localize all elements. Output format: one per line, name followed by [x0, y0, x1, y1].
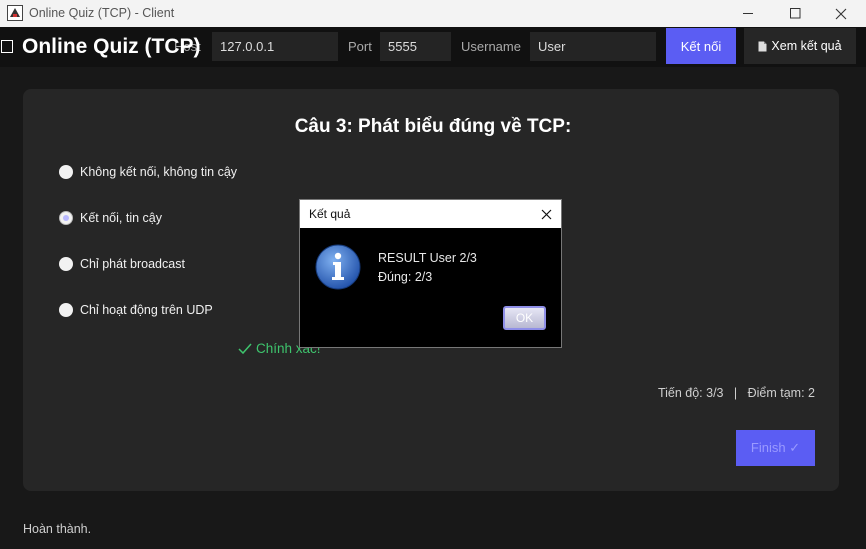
- score-label: Điểm tạm: 2: [747, 386, 815, 400]
- dialog-close-button[interactable]: [536, 204, 556, 224]
- answer-option[interactable]: Kết nối, tin cậy: [59, 211, 162, 225]
- answer-option-label: Kết nối, tin cậy: [80, 211, 162, 225]
- finish-button[interactable]: Finish ✓: [736, 430, 815, 466]
- progress-label: Tiến độ: 3/3: [657, 386, 724, 400]
- close-icon: [541, 209, 551, 219]
- view-results-label: Xem kết quả: [771, 39, 842, 53]
- maximize-button[interactable]: [772, 0, 818, 27]
- answer-option[interactable]: Chỉ hoạt động trên UDP: [59, 303, 213, 317]
- radio-button[interactable]: [59, 257, 73, 271]
- port-input[interactable]: [380, 32, 451, 61]
- window-title: Online Quiz (TCP) - Client: [29, 6, 175, 20]
- port-label: Port: [348, 39, 372, 54]
- username-label: Username: [461, 39, 521, 54]
- dialog-title: Kết quả: [309, 207, 351, 221]
- answer-option[interactable]: Không kết nối, không tin cậy: [59, 165, 237, 179]
- close-button[interactable]: [818, 0, 864, 27]
- view-results-button[interactable]: Xem kết quả: [744, 28, 856, 64]
- document-icon: [758, 41, 767, 51]
- minimize-button[interactable]: [725, 0, 771, 27]
- dialog-message-line2: Đúng: 2/3: [378, 270, 433, 284]
- connect-button[interactable]: Kết nối: [666, 28, 736, 64]
- username-input[interactable]: [530, 32, 656, 61]
- app-title: Online Quiz (TCP): [22, 35, 201, 58]
- answer-option-label: Chỉ hoạt động trên UDP: [80, 303, 213, 317]
- info-icon: [315, 244, 361, 290]
- app-title-glyph: [1, 40, 13, 53]
- answer-option-label: Không kết nối, không tin cậy: [80, 165, 238, 179]
- ok-button[interactable]: OK: [503, 306, 546, 330]
- radio-button[interactable]: [59, 165, 73, 179]
- radio-button[interactable]: [59, 303, 73, 317]
- host-input[interactable]: [212, 32, 338, 61]
- answer-option-label: Chỉ phát broadcast: [80, 257, 185, 271]
- dialog-titlebar: Kết quả: [300, 200, 561, 228]
- dialog-message-line1: RESULT User 2/3: [378, 251, 477, 265]
- result-dialog: Kết quả RESULT User 2/3 Đúng: 2/3 OK: [299, 199, 562, 348]
- app-icon: [7, 5, 23, 21]
- window-titlebar: Online Quiz (TCP) - Client: [0, 0, 866, 27]
- minimize-icon: [742, 13, 753, 14]
- progress-status: Tiến độ: 3/3 | Điểm tạm: 2: [657, 386, 815, 400]
- status-bar-text: Hoàn thành.: [23, 522, 92, 536]
- question-title: Câu 3: Phát biểu đúng về TCP:: [294, 116, 572, 137]
- check-icon: [238, 343, 252, 354]
- close-icon: [835, 8, 847, 19]
- maximize-icon: [789, 8, 800, 19]
- radio-button-selected[interactable]: [59, 211, 73, 225]
- answer-option[interactable]: Chỉ phát broadcast: [59, 257, 185, 271]
